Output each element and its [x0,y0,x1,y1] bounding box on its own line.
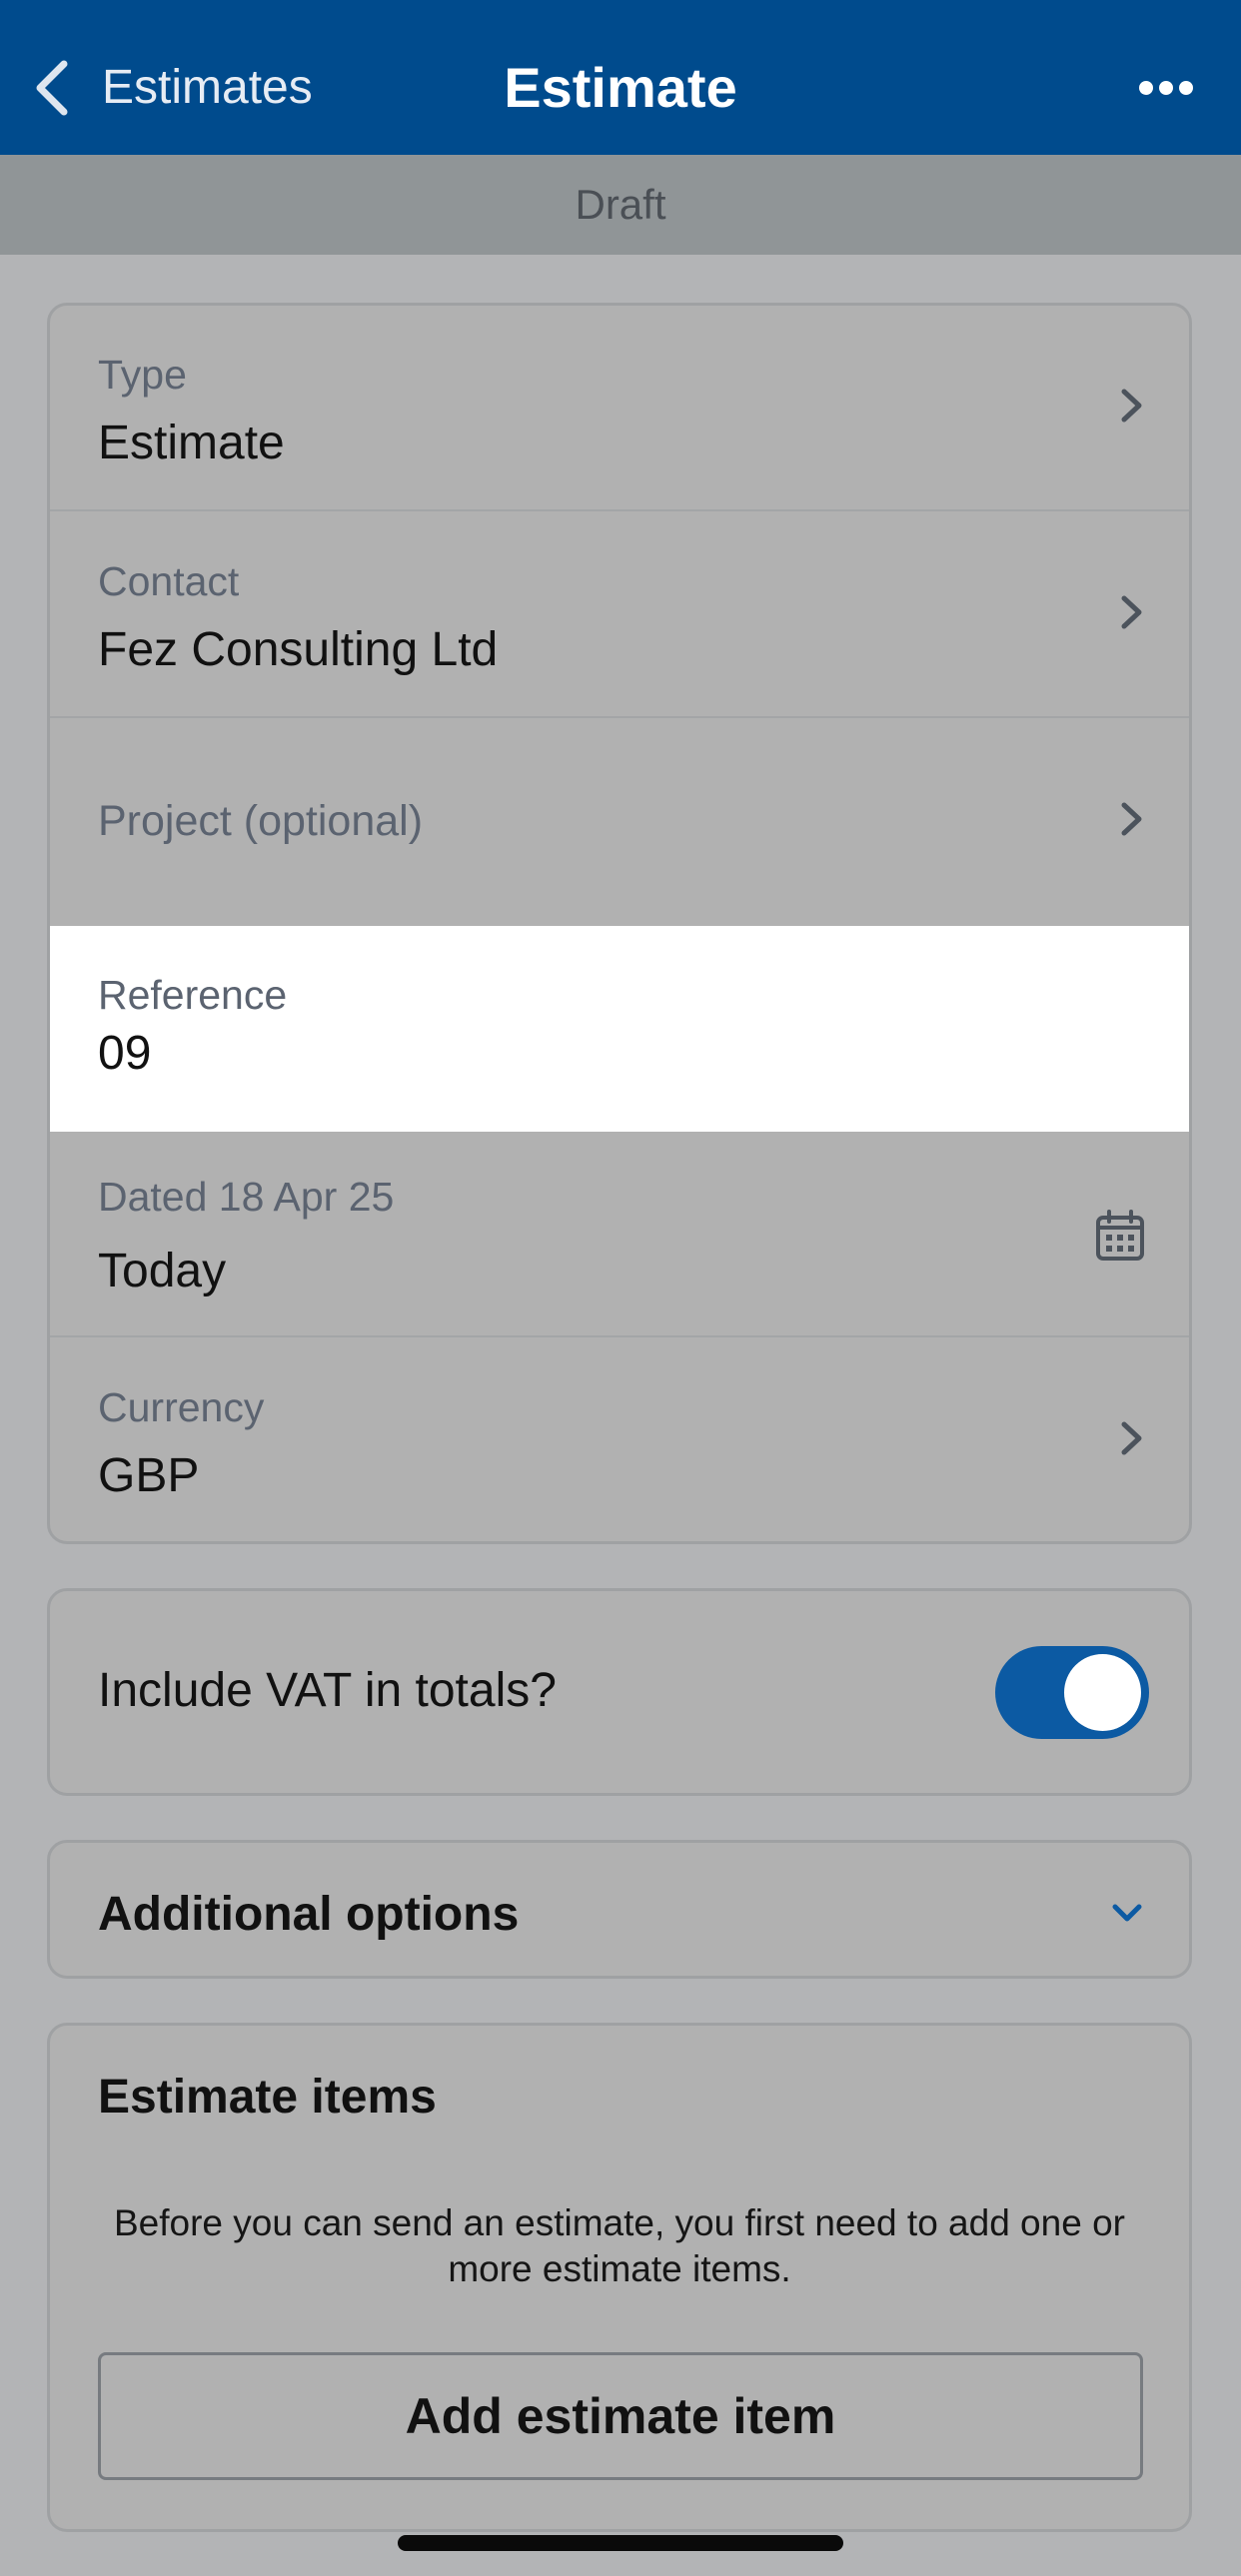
reference-field[interactable]: Reference 09 [50,926,1189,1132]
project-label: Project (optional) [98,797,424,845]
currency-row[interactable]: Currency GBP [50,1338,1189,1541]
ellipsis-icon [1139,80,1193,95]
status-banner: Draft [0,155,1241,255]
currency-value: GBP [98,1449,200,1502]
add-estimate-item-button[interactable]: Add estimate item [98,2352,1143,2480]
back-button[interactable]: Estimates [32,50,313,125]
back-button-label: Estimates [102,61,313,114]
project-row[interactable]: Project (optional) [50,719,1189,925]
type-label: Type [98,352,187,398]
estimate-items-info: Before you can send an estimate, you fir… [114,2202,1125,2289]
chevron-left-icon [36,60,68,115]
vat-label: Include VAT in totals? [98,1664,557,1717]
estimate-items-card: Estimate items Before you can send an es… [47,2023,1192,2532]
currency-label: Currency [98,1384,265,1430]
contact-label: Contact [98,558,240,604]
vat-card: Include VAT in totals? [47,1588,1192,1796]
contact-value: Fez Consulting Ltd [98,623,499,676]
reference-value: 09 [98,1027,152,1080]
additional-options-card[interactable]: Additional options [47,1840,1192,1979]
home-indicator [398,2535,843,2551]
toggle-knob [1064,1654,1141,1731]
chevron-right-icon [1121,1421,1142,1455]
type-row[interactable]: Type Estimate [50,306,1189,511]
dated-label: Dated 18 Apr 25 [98,1174,395,1220]
additional-options-label: Additional options [98,1888,520,1941]
contact-row[interactable]: Contact Fez Consulting Ltd [50,512,1189,718]
chevron-right-icon [1121,595,1142,629]
nav-bar: Estimates Estimate [0,0,1241,155]
calendar-icon[interactable] [1095,1210,1145,1262]
type-value: Estimate [98,417,285,469]
estimate-items-title: Estimate items [98,2071,437,2124]
dated-row[interactable]: Dated 18 Apr 25 Today [50,1132,1189,1337]
chevron-down-icon [1112,1904,1142,1922]
reference-label: Reference [98,972,288,1018]
estimate-details-card: Type Estimate Contact Fez Consulting Ltd… [47,303,1192,1544]
chevron-right-icon [1121,389,1142,423]
more-options-button[interactable] [1121,55,1211,120]
chevron-right-icon [1121,802,1142,836]
vat-toggle[interactable] [995,1646,1149,1739]
dated-value: Today [98,1245,227,1297]
